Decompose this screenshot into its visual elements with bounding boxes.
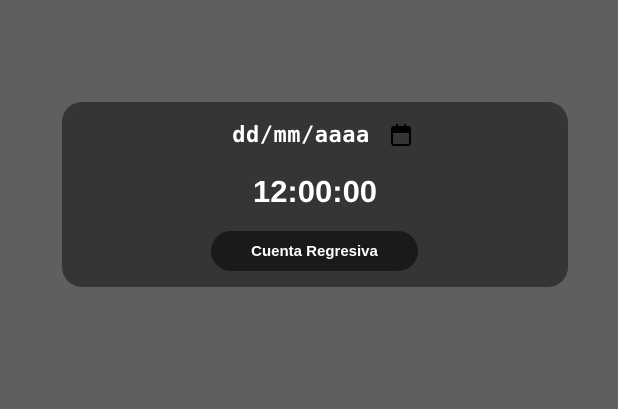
countdown-card: dd/mm/aaaa 12:00:00 Cuenta Regresiva (62, 102, 568, 287)
calendar-icon[interactable] (390, 123, 412, 147)
date-input[interactable]: dd/mm/aaaa (232, 123, 369, 148)
time-display: 12:00:00 (252, 174, 378, 209)
date-picker[interactable]: dd/mm/aaaa (62, 119, 568, 151)
countdown-button[interactable]: Cuenta Regresiva (211, 231, 418, 271)
